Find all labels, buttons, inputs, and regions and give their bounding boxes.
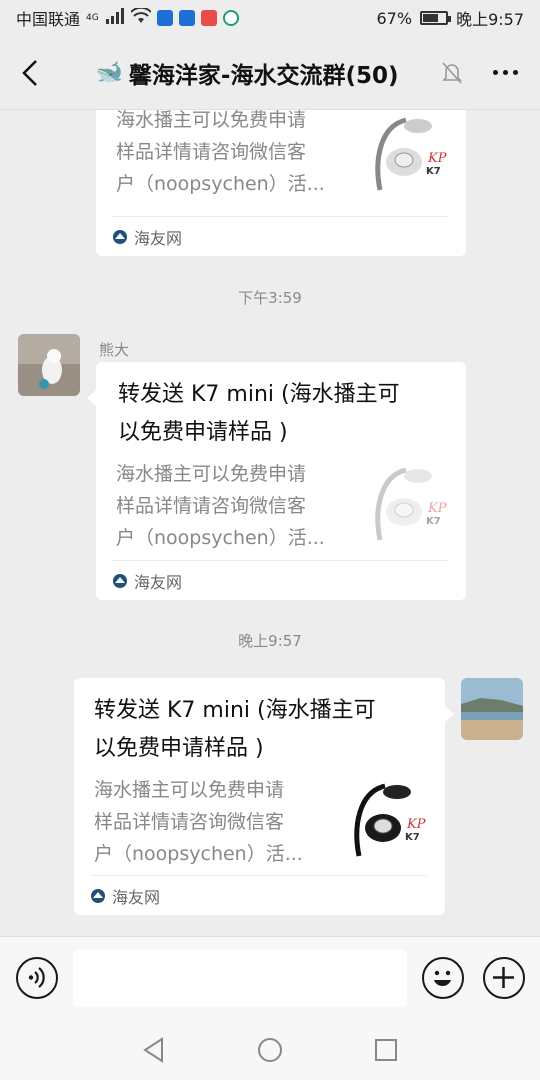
sys-recent-button[interactable] xyxy=(370,1034,402,1066)
card-source: 海友网 xyxy=(134,228,183,248)
svg-text:KP: KP xyxy=(427,501,447,516)
square-recent-icon xyxy=(375,1039,397,1061)
card-title-line: 转发送 K7 mini (海水播主可 xyxy=(94,698,376,723)
card-title-line: 以免费申请样品 ) xyxy=(94,736,264,761)
haiyou-logo-icon xyxy=(113,229,127,244)
link-card[interactable]: 转发送 K7 mini (海水播主可 以免费申请样品 ) 海水播主可以免费申请 … xyxy=(74,678,445,915)
product-brand: K7 xyxy=(405,832,420,843)
card-footer: 海友网 xyxy=(112,560,448,600)
product-thumbnail: KP K7 xyxy=(351,776,427,862)
sender-name: 熊大 xyxy=(99,341,130,359)
system-nav-bar xyxy=(0,1020,540,1080)
chevron-left-icon xyxy=(22,59,37,86)
card-desc-line: 户（noopsychen）活... xyxy=(116,527,325,549)
avatar-self[interactable] xyxy=(461,678,523,740)
app-shield-icon xyxy=(156,10,173,26)
status-bar: 中国联通 4G 67% 晚上9:57 xyxy=(0,0,540,36)
more-button[interactable] xyxy=(470,36,540,110)
circle-home-icon xyxy=(258,1038,282,1062)
chat-header: 🐋 馨海洋家-海水交流群(50) xyxy=(0,36,540,110)
network-label: 4G xyxy=(86,13,99,23)
card-desc-line: 海水播主可以免费申请 xyxy=(94,779,285,801)
card-desc-line: 户（noopsychen）活... xyxy=(94,843,303,865)
haiyou-logo-icon xyxy=(91,888,105,903)
wifi-icon xyxy=(130,6,152,28)
card-body: 海水播主可以免费申请 样品详情请咨询微信客 户（noopsychen）活... … xyxy=(96,458,466,554)
timestamp: 晚上9:57 xyxy=(238,632,302,650)
back-button[interactable] xyxy=(0,36,60,110)
triangle-back-icon xyxy=(143,1037,163,1063)
battery-fill xyxy=(423,14,439,22)
chat-title[interactable]: 🐋 馨海洋家-海水交流群(50) xyxy=(60,56,434,90)
card-desc-line: 样品详情请咨询微信客 xyxy=(116,495,307,517)
app-bulb-icon xyxy=(178,10,195,26)
voice-button[interactable] xyxy=(16,957,58,999)
link-card[interactable]: 转发送 K7 mini (海水播主可 以免费申请样品 ) 海水播主可以免费申请 … xyxy=(96,362,466,600)
chat-area[interactable]: 海水播主可以免费申请 样品详情请咨询微信客 户（noopsychen）活... … xyxy=(0,110,540,936)
card-desc-line: 海水播主可以免费申请 xyxy=(116,110,307,131)
bell-off-icon xyxy=(434,36,470,110)
product-thumbnail: KP K7 xyxy=(372,460,448,546)
signal-icon xyxy=(105,8,125,28)
card-title: 转发送 K7 mini (海水播主可 以免费申请样品 ) xyxy=(96,362,466,452)
message-input[interactable] xyxy=(73,949,407,1007)
clock: 晚上9:57 xyxy=(456,10,524,29)
card-desc-line: 样品详情请咨询微信客 xyxy=(116,141,307,163)
link-card[interactable]: 海水播主可以免费申请 样品详情请咨询微信客 户（noopsychen）活... … xyxy=(96,110,466,256)
card-description: 海水播主可以免费申请 样品详情请咨询微信客 户（noopsychen）活... xyxy=(94,774,341,870)
avatar[interactable] xyxy=(18,334,80,396)
status-left: 中国联通 4G xyxy=(16,6,239,30)
product-brand: K7 xyxy=(426,516,441,527)
bubble-tail xyxy=(445,706,454,722)
app-red-icon xyxy=(200,10,217,26)
carrier-label: 中国联通 xyxy=(16,10,81,29)
card-description: 海水播主可以免费申请 样品详情请咨询微信客 户（noopsychen）活... xyxy=(116,458,362,554)
emoji-icon xyxy=(434,970,451,987)
card-title-line: 转发送 K7 mini (海水播主可 xyxy=(118,382,400,407)
card-body: 海水播主可以免费申请 样品详情请咨询微信客 户（noopsychen）活... … xyxy=(96,110,466,200)
card-title-line: 以免费申请样品 ) xyxy=(118,420,288,445)
svg-text:KP: KP xyxy=(406,817,426,832)
card-desc-line: 样品详情请咨询微信客 xyxy=(94,811,285,833)
sys-back-button[interactable] xyxy=(138,1034,170,1066)
chat-title-text: 馨海洋家-海水交流群(50) xyxy=(128,62,399,89)
status-right: 67% 晚上9:57 xyxy=(377,6,525,30)
plus-button[interactable] xyxy=(483,957,525,999)
haiyou-logo-icon xyxy=(113,573,127,588)
sys-home-button[interactable] xyxy=(254,1034,286,1066)
battery-percent: 67% xyxy=(376,8,413,28)
input-bar xyxy=(0,936,540,1020)
card-body: 海水播主可以免费申请 样品详情请咨询微信客 户（noopsychen）活... … xyxy=(74,774,445,870)
product-brand: K7 xyxy=(426,166,441,177)
card-footer: 海友网 xyxy=(90,875,427,915)
card-source: 海友网 xyxy=(112,887,161,907)
product-thumbnail: KP K7 xyxy=(372,110,448,196)
timestamp: 下午3:59 xyxy=(238,289,302,307)
battery-icon xyxy=(420,11,452,25)
app-chat-icon xyxy=(222,10,239,26)
card-desc-line: 户（noopsychen）活... xyxy=(116,173,325,195)
card-source: 海友网 xyxy=(134,572,183,592)
emoji-button[interactable] xyxy=(422,957,464,999)
card-footer: 海友网 xyxy=(112,216,448,256)
svg-text:KP: KP xyxy=(427,151,447,166)
bubble-tail xyxy=(87,390,96,406)
plus-icon xyxy=(493,967,514,988)
card-desc-line: 海水播主可以免费申请 xyxy=(116,463,307,485)
more-dots-icon xyxy=(492,70,518,75)
card-description: 海水播主可以免费申请 样品详情请咨询微信客 户（noopsychen）活... xyxy=(116,110,362,200)
card-title: 转发送 K7 mini (海水播主可 以免费申请样品 ) xyxy=(74,678,445,768)
voice-icon xyxy=(28,967,45,988)
whale-emoji-icon: 🐋 xyxy=(95,60,123,85)
